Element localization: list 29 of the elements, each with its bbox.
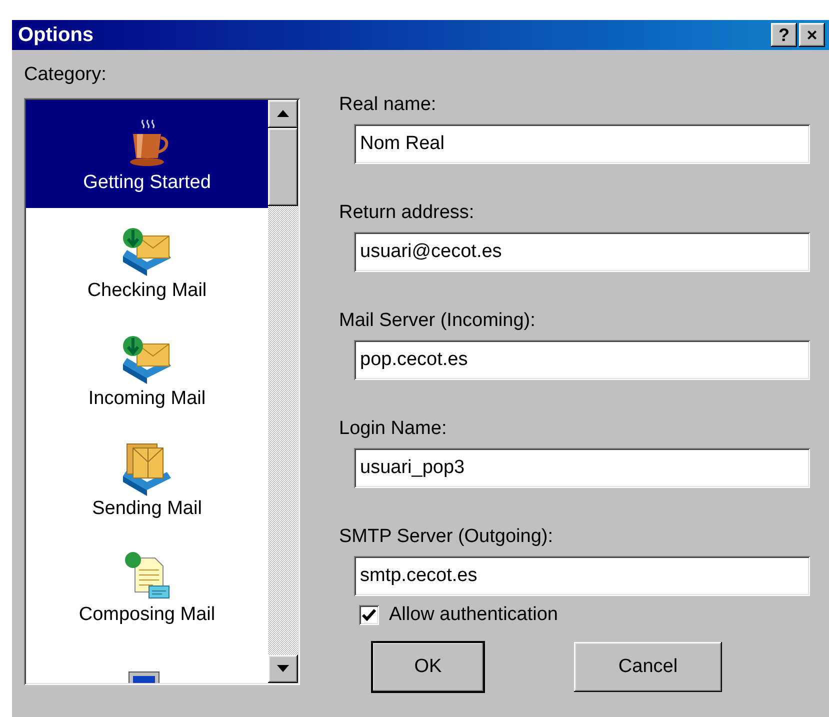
down-arrow-icon — [277, 665, 289, 673]
field-label: SMTP Server (Outgoing): — [339, 526, 554, 548]
scroll-up-button[interactable] — [268, 100, 298, 128]
input-field[interactable]: smtp.cecot.es — [354, 556, 810, 596]
category-label: Category: — [24, 64, 106, 86]
scroll-down-button[interactable] — [268, 655, 298, 683]
field-label: Real name: — [339, 94, 436, 116]
window-title: Options — [18, 24, 95, 46]
input-field[interactable]: usuari_pop3 — [354, 448, 810, 488]
category-item[interactable]: Checking Mail — [26, 208, 268, 316]
input-field[interactable]: Nom Real — [354, 124, 810, 164]
field-label: Login Name: — [339, 418, 447, 440]
input-field[interactable]: usuari@cecot.es — [354, 232, 810, 272]
field-label: Return address: — [339, 202, 474, 224]
up-arrow-icon — [277, 110, 289, 118]
checkbox-label: Allow authentication — [389, 604, 558, 626]
category-item[interactable]: Composing Mail — [26, 532, 268, 640]
help-button[interactable]: ? — [771, 23, 797, 47]
field-label: Mail Server (Incoming): — [339, 310, 536, 332]
checkbox[interactable] — [359, 605, 379, 625]
category-item[interactable]: Sending Mail — [26, 424, 268, 532]
check-mark-icon — [362, 609, 376, 621]
category-item[interactable]: Getting Started — [26, 100, 268, 208]
ok-button[interactable]: OK — [372, 642, 484, 692]
close-button[interactable]: × — [799, 23, 825, 47]
input-field[interactable]: pop.cecot.es — [354, 340, 810, 380]
scrollbar-thumb[interactable] — [268, 128, 298, 206]
category-item[interactable]: Incoming Mail — [26, 316, 268, 424]
cancel-button[interactable]: Cancel — [574, 642, 722, 692]
